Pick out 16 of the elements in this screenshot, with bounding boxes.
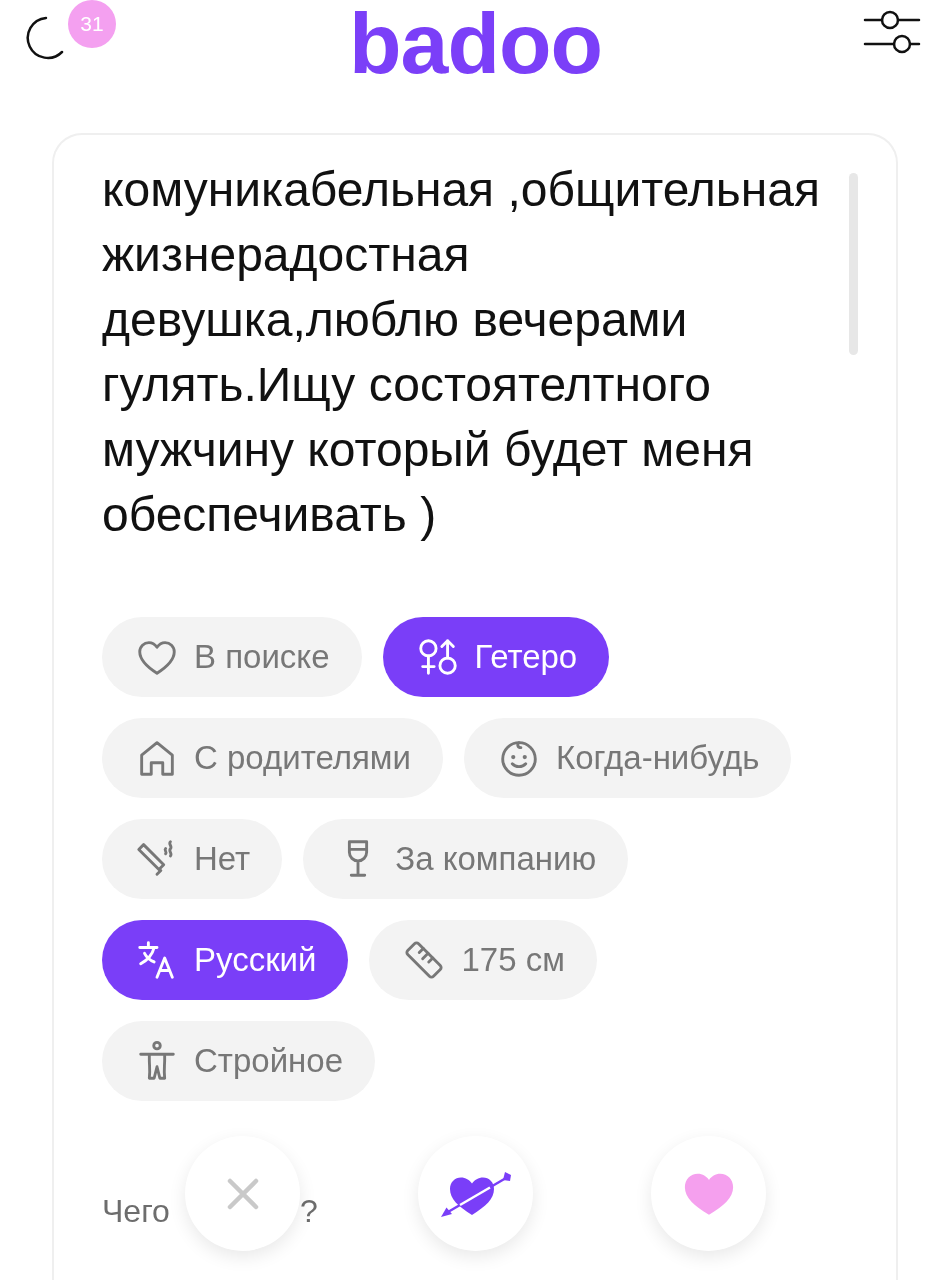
logo: badoo: [349, 0, 602, 86]
profile-chip: В поиске: [102, 617, 362, 697]
profile-chip: За компанию: [303, 819, 629, 899]
notification-badge: 31: [68, 0, 116, 48]
profile-chip: Гетеро: [382, 617, 610, 697]
bio-text: комуникабельная ,общительная жизнерадостная девушка,люблю вечерами гулять.Ищу состоятелтного мужчину который будет меня обеспечивать ): [102, 162, 822, 543]
section-heading: ?: [299, 1192, 318, 1231]
section-heading: Чего: [102, 1192, 170, 1231]
profile-chip: Стройное: [102, 1021, 375, 1101]
scrollbar[interactable]: [849, 173, 858, 355]
profile-chip: Нет: [102, 819, 283, 899]
profile-chip: Русский: [102, 920, 349, 1000]
profile-chip: Когда-нибудь: [463, 718, 792, 798]
profile-chip: С родителями: [102, 718, 443, 798]
arc-icon[interactable]: [24, 16, 66, 60]
profile-chip: 175 см: [369, 920, 597, 1000]
